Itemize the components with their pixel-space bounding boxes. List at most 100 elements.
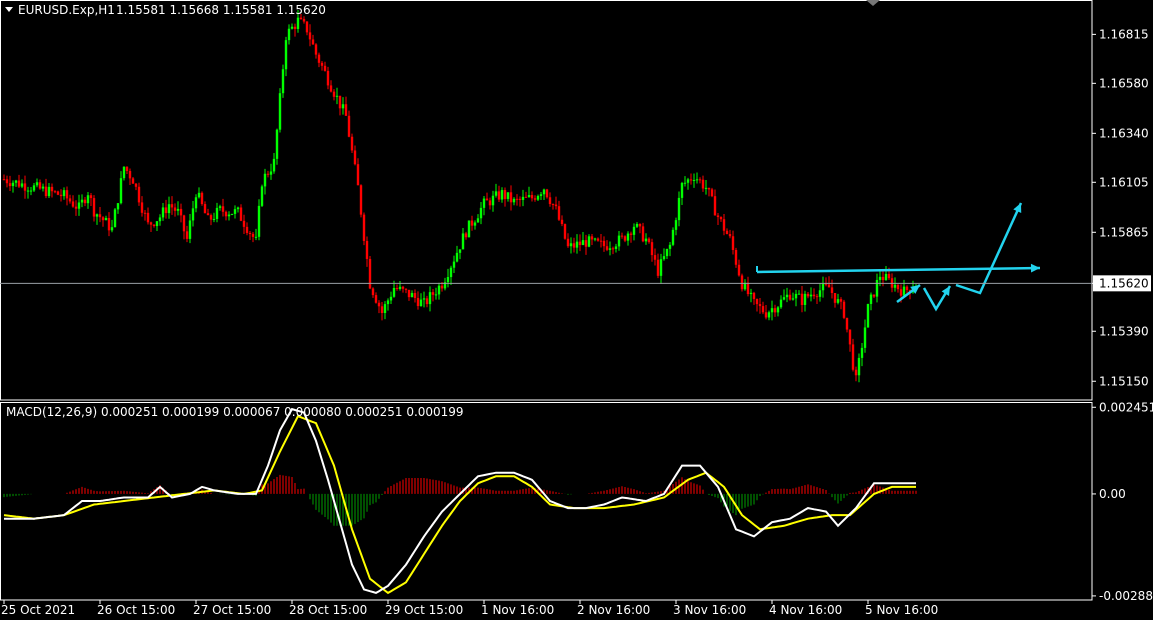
candle-bear: [356, 164, 360, 186]
candle-bull: [269, 171, 273, 175]
candle-bear: [533, 198, 537, 200]
candle-bull: [479, 207, 483, 219]
candle-bear: [299, 17, 303, 20]
candle-bull: [665, 248, 669, 257]
candle-bear: [827, 284, 831, 288]
candle-bear: [602, 240, 606, 247]
price-chart[interactable]: 1.16815 1.16580 1.16340 1.16105 1.15865 1.153…: [0, 0, 1153, 620]
candle-bear: [833, 293, 837, 303]
candle-bear: [806, 293, 810, 297]
price-tick-label: 1.16105: [1099, 175, 1149, 189]
candle-bear: [407, 289, 411, 298]
candle-bear: [650, 242, 654, 256]
candle-bear: [143, 212, 147, 214]
candle-bull: [494, 191, 498, 196]
candle-bear: [413, 293, 417, 298]
candle-bull: [449, 267, 453, 278]
candle-bear: [899, 289, 903, 296]
candle-bull: [11, 182, 15, 187]
candle-bull: [536, 195, 540, 200]
time-tick-label: 26 Oct 15:00: [97, 603, 175, 617]
candle-bear: [302, 19, 306, 22]
candle-bull: [335, 95, 339, 97]
candle-bear: [497, 191, 501, 200]
candle-bull: [593, 238, 597, 240]
candle-bear: [344, 104, 348, 116]
candle-bull: [779, 299, 783, 308]
candle-bear: [845, 317, 849, 330]
candle-bear: [305, 21, 309, 33]
candle-bear: [179, 208, 183, 216]
candle-bear: [647, 238, 651, 243]
candle-bear: [170, 204, 174, 208]
candle-bull: [467, 220, 471, 238]
candle-bear: [314, 44, 318, 55]
candle-bear: [293, 26, 297, 29]
candle-bull: [41, 186, 45, 189]
candle-bear: [734, 249, 738, 265]
candle-bear: [590, 236, 594, 240]
candle-bull: [671, 229, 675, 245]
candle-bear: [572, 243, 576, 248]
candle-bear: [656, 259, 660, 276]
shift-marker-icon[interactable]: [866, 0, 880, 6]
candle-bear: [560, 219, 564, 225]
candle-bear: [251, 233, 255, 237]
candle-bear: [107, 217, 111, 231]
candle-bull: [632, 226, 636, 235]
candle-bull: [113, 209, 117, 228]
candle-bull: [608, 248, 612, 250]
candle-bear: [554, 204, 558, 207]
candle-bear: [368, 258, 372, 289]
candle-bear: [464, 233, 468, 238]
candle-bull: [680, 183, 684, 198]
candle-bear: [125, 166, 129, 171]
candle-bull: [428, 292, 432, 305]
candle-bull: [878, 276, 882, 280]
candle-bull: [692, 180, 696, 182]
candle-bull: [20, 183, 24, 187]
candle-bull: [695, 179, 699, 181]
candle-bear: [416, 297, 420, 307]
candle-bear: [68, 198, 72, 202]
candle-bull: [446, 277, 450, 283]
time-tick-label: 28 Oct 15:00: [289, 603, 367, 617]
candle-bear: [185, 231, 189, 239]
candle-bull: [884, 273, 888, 281]
candle-bull: [95, 214, 99, 217]
candle-bull: [434, 294, 438, 296]
candle-bear: [353, 150, 357, 165]
candle-bull: [236, 207, 240, 210]
candle-bear: [713, 196, 717, 216]
current-price-label: 1.15620: [1099, 276, 1149, 290]
candle-bear: [98, 214, 102, 218]
candle-bear: [515, 198, 519, 200]
macd-lines: [3, 407, 916, 595]
candle-bear: [716, 215, 720, 218]
candle-bear: [848, 329, 852, 345]
candle-bull: [161, 207, 165, 218]
candle-bear: [851, 344, 855, 370]
candle-bull: [176, 208, 180, 211]
candle-bull: [767, 312, 771, 318]
candle-bull: [866, 303, 870, 328]
candle-bull: [662, 256, 666, 260]
candle-bull: [482, 198, 486, 208]
candle-bull: [158, 217, 162, 222]
candle-bear: [59, 194, 63, 197]
candle-bear: [377, 302, 381, 307]
candle-bull: [383, 304, 387, 313]
candle-bull: [491, 195, 495, 206]
candle-bear: [317, 54, 321, 63]
candle-bear: [182, 215, 186, 232]
candle-bear: [596, 238, 600, 241]
time-tick-label: 1 Nov 16:00: [481, 603, 554, 617]
candle-bear: [584, 240, 588, 247]
dropdown-icon[interactable]: [5, 7, 13, 12]
candle-bull: [410, 293, 414, 298]
macd-tick-label: 0.00: [1099, 487, 1126, 501]
candle-bear: [128, 170, 132, 179]
candle-bull: [290, 26, 294, 29]
candle-bear: [746, 282, 750, 295]
candle-bear: [623, 236, 627, 241]
